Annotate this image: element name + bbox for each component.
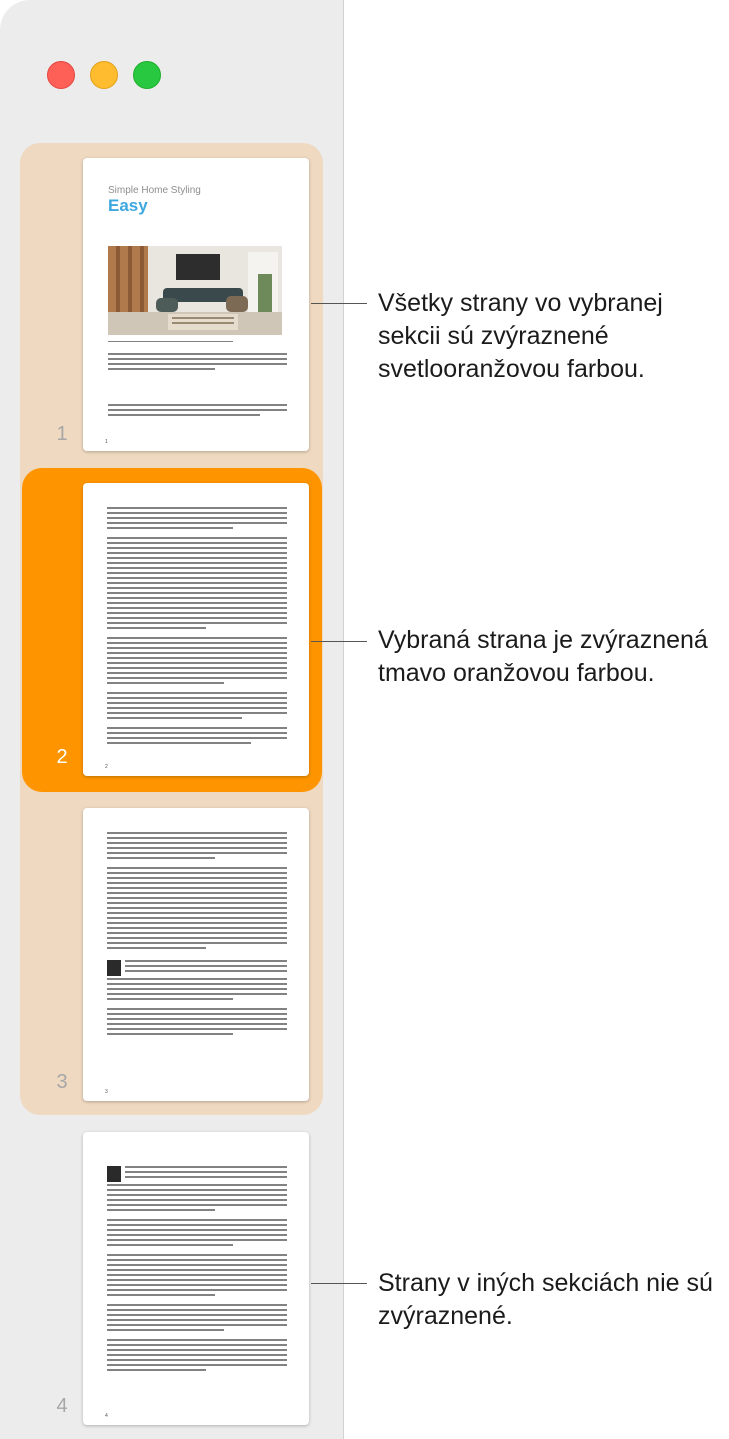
callout-selected-text: Vybraná strana je zvýraznená tmavo oranž… (378, 626, 708, 687)
drop-cap (107, 1166, 121, 1182)
page-number-1: 1 (56, 423, 68, 445)
drop-cap (107, 960, 121, 976)
page-thumbnail-2[interactable]: 2 (83, 483, 309, 776)
callout-line-section (311, 303, 367, 304)
thumbnail-page-number: 4 (105, 1413, 108, 1419)
page-thumbnail-3[interactable]: 3 (83, 808, 309, 1101)
callout-line-selected (311, 641, 367, 642)
page-thumbnail-sidebar: 1 Simple Home Styling Easy 1 2 2 3 3 4 4 (0, 0, 344, 1439)
thumbnail-page-number: 2 (105, 764, 108, 770)
page-number-2: 2 (56, 746, 68, 768)
callout-other-text: Strany v iných sekciách nie sú zvýraznen… (378, 1269, 713, 1330)
page-thumbnail-1[interactable]: Simple Home Styling Easy 1 (83, 158, 309, 451)
zoom-window-button[interactable] (133, 61, 161, 89)
callout-line-other (311, 1283, 367, 1284)
thumbnail-page-number: 1 (105, 439, 108, 445)
thumbnail-page-number: 3 (105, 1089, 108, 1095)
thumbnail-heading: Easy (108, 196, 148, 215)
page-number-3: 3 (56, 1071, 68, 1093)
living-room-photo (108, 246, 282, 335)
page-thumbnail-4[interactable]: 4 (83, 1132, 309, 1425)
page-number-4: 4 (56, 1395, 68, 1417)
thumbnail-title: Simple Home Styling (108, 185, 201, 196)
close-window-button[interactable] (47, 61, 75, 89)
callout-section-text: Všetky strany vo vybranej sekcii sú zvýr… (378, 289, 663, 383)
minimize-window-button[interactable] (90, 61, 118, 89)
